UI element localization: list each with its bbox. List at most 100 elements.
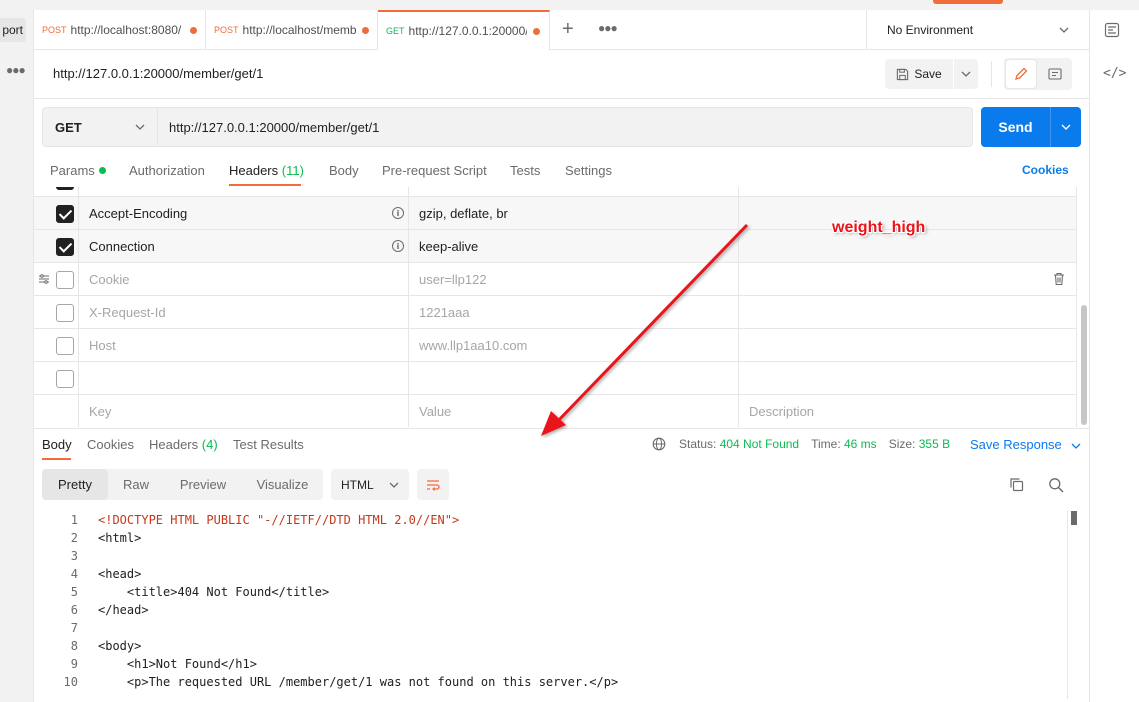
info-icon[interactable]: i: [392, 207, 404, 219]
header-value[interactable]: gzip, deflate, br: [408, 197, 738, 230]
header-value[interactable]: 1221aaa: [408, 296, 738, 329]
request-title[interactable]: http://127.0.0.1:20000/member/get/1: [53, 66, 263, 81]
new-description-placeholder[interactable]: Description: [738, 395, 1077, 427]
globe-icon[interactable]: [652, 437, 666, 451]
time-value[interactable]: 46 ms: [844, 437, 877, 451]
tab-params[interactable]: Params: [50, 163, 106, 178]
url-input[interactable]: [158, 107, 973, 147]
chevron-down-icon: [1059, 27, 1069, 33]
code-line: <body>: [98, 639, 142, 653]
header-value[interactable]: keep-alive: [408, 230, 738, 263]
environment-selector[interactable]: No Environment: [866, 10, 1089, 50]
chevron-down-icon: [1061, 124, 1071, 130]
new-value-placeholder[interactable]: Value: [408, 395, 738, 427]
line-number: 5: [70, 585, 78, 599]
trash-icon[interactable]: [1053, 272, 1065, 286]
table-row: Cookie user=llp122: [34, 263, 1077, 296]
environment-quick-look-icon[interactable]: [1104, 22, 1120, 38]
line-number: 6: [70, 603, 78, 617]
unsaved-dot-icon: [190, 26, 197, 34]
header-value[interactable]: [408, 362, 738, 395]
upgrade-button-edge[interactable]: [933, 0, 1003, 4]
chevron-down-icon: [961, 71, 971, 77]
header-description[interactable]: [738, 329, 1077, 362]
line-number: 8: [70, 639, 78, 653]
info-icon[interactable]: i: [392, 240, 404, 252]
header-checkbox[interactable]: [56, 205, 74, 223]
header-key[interactable]: Host: [78, 329, 408, 362]
response-tab-cookies[interactable]: Cookies: [87, 437, 134, 452]
response-tab-body[interactable]: Body: [42, 437, 72, 452]
copy-icon[interactable]: [1009, 477, 1024, 492]
import-button[interactable]: port: [0, 18, 26, 42]
tab-tests[interactable]: Tests: [510, 163, 540, 178]
tab-settings[interactable]: Settings: [565, 163, 612, 178]
response-tab-headers[interactable]: Headers (4): [149, 437, 218, 452]
send-options-dropdown[interactable]: [1050, 107, 1081, 147]
request-tab-2[interactable]: POST http://localhost/memb: [206, 10, 378, 50]
save-button[interactable]: Save: [885, 59, 953, 89]
header-checkbox[interactable]: [56, 370, 74, 388]
send-button[interactable]: Send: [981, 107, 1050, 147]
request-tab-3-active[interactable]: GET http://127.0.0.1:20000/r: [378, 10, 550, 50]
search-icon[interactable]: [1048, 477, 1064, 493]
drag-handle-icon[interactable]: [38, 273, 50, 285]
save-options-dropdown[interactable]: [954, 59, 978, 89]
view-raw[interactable]: Raw: [108, 469, 164, 500]
request-tab-1[interactable]: POST http://localhost:8080/: [34, 10, 206, 50]
header-key[interactable]: X-Request-Id: [78, 296, 408, 329]
table-row-new: Key Value Description: [34, 395, 1077, 427]
tab-authorization[interactable]: Authorization: [129, 163, 205, 178]
tab-prerequest-script[interactable]: Pre-request Script: [382, 163, 487, 178]
header-key[interactable]: [78, 362, 408, 395]
unsaved-dot-icon: [532, 27, 540, 35]
new-key-placeholder[interactable]: Key: [78, 395, 408, 427]
new-tab-plus-icon[interactable]: +: [562, 18, 574, 40]
line-number: 9: [70, 657, 78, 671]
header-value[interactable]: www.llp1aa10.com: [408, 329, 738, 362]
header-checkbox[interactable]: [56, 337, 74, 355]
code-snippet-icon[interactable]: </>: [1103, 66, 1126, 81]
line-number: 2: [70, 531, 78, 545]
tab-params-label: Params: [50, 163, 95, 178]
more-tabs-icon[interactable]: ●●●: [598, 21, 618, 35]
http-method-select[interactable]: GET: [42, 107, 158, 147]
view-pretty[interactable]: Pretty: [42, 469, 108, 500]
tab-headers[interactable]: Headers (11): [229, 163, 304, 178]
tab-body[interactable]: Body: [329, 163, 359, 178]
view-preview[interactable]: Preview: [164, 469, 242, 500]
table-row: Host www.llp1aa10.com: [34, 329, 1077, 362]
header-key[interactable]: Connection: [78, 230, 408, 263]
header-key[interactable]: Accept-Encoding: [78, 197, 408, 230]
header-description[interactable]: [738, 362, 1077, 395]
language-select[interactable]: HTML: [331, 469, 409, 500]
view-visualize[interactable]: Visualize: [242, 469, 323, 500]
response-code-editor[interactable]: 1 2 3 4 5 6 7 8 9 10 <!DOCTYPE HTML PUBL…: [34, 511, 1067, 702]
more-horizontal-icon[interactable]: ●●●: [6, 63, 26, 77]
cookies-link[interactable]: Cookies: [1022, 163, 1069, 177]
header-value[interactable]: user=llp122: [408, 263, 738, 296]
header-checkbox[interactable]: [56, 304, 74, 322]
response-headers-count: (4): [201, 437, 218, 452]
size-value[interactable]: 355 B: [919, 437, 950, 451]
documentation-button[interactable]: [1040, 60, 1070, 88]
code-scrollbar-thumb[interactable]: [1071, 511, 1077, 525]
edit-pencil-button[interactable]: [1006, 60, 1036, 88]
tab-method: POST: [42, 25, 67, 35]
header-checkbox[interactable]: [56, 271, 74, 289]
header-description[interactable]: [738, 263, 1077, 296]
header-checkbox[interactable]: [56, 238, 74, 256]
line-number: 7: [70, 621, 78, 635]
header-description[interactable]: [738, 296, 1077, 329]
response-tab-test-results[interactable]: Test Results: [233, 437, 304, 452]
wrap-lines-button[interactable]: [417, 469, 449, 500]
active-tab-underline: [42, 458, 71, 460]
status-value[interactable]: 404 Not Found: [720, 437, 799, 451]
table-row: [34, 362, 1077, 395]
pane-divider[interactable]: [34, 428, 1089, 429]
tab-url: http://localhost/memb: [242, 23, 356, 37]
headers-scrollbar-thumb[interactable]: [1081, 305, 1087, 425]
header-key[interactable]: Cookie: [78, 263, 408, 296]
header-checkbox[interactable]: [56, 187, 74, 190]
save-response-button[interactable]: Save Response: [970, 437, 1081, 452]
